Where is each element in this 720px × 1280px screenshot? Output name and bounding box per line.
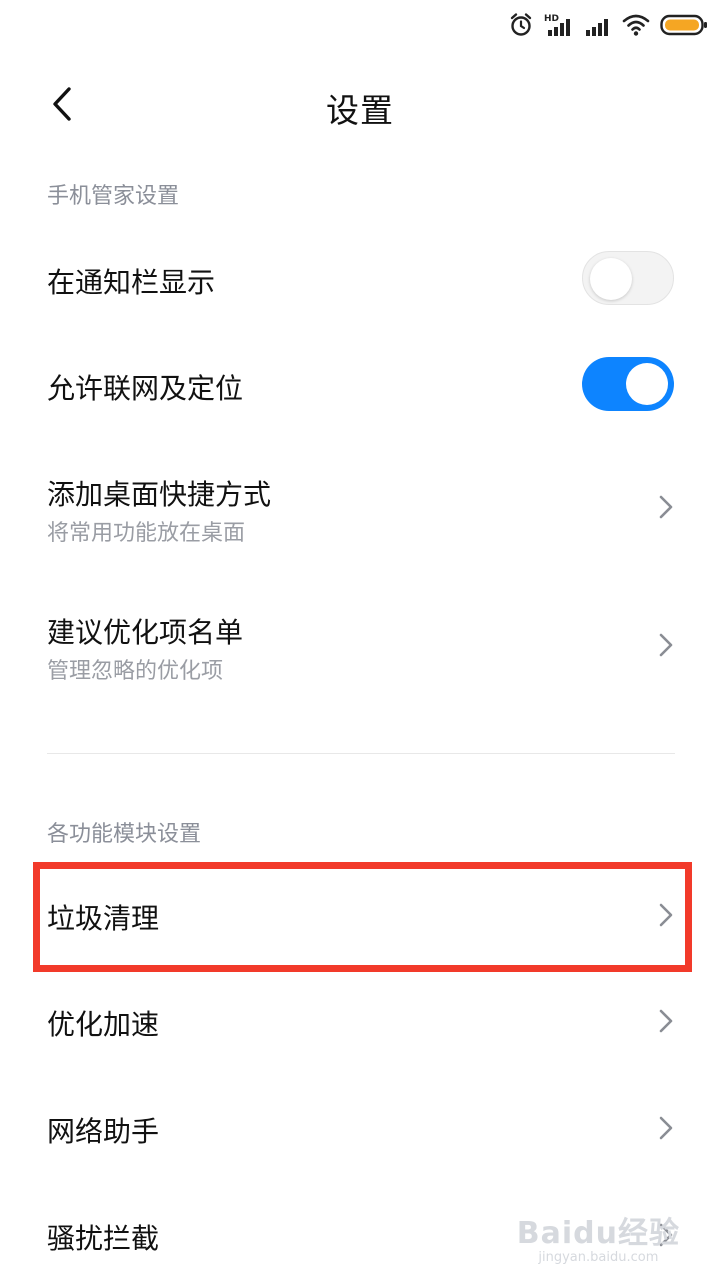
setting-desktop-shortcut[interactable]: 添加桌面快捷方式 将常用功能放在桌面	[0, 437, 720, 575]
setting-desktop-shortcut-label: 添加桌面快捷方式	[47, 478, 272, 511]
section-divider	[47, 753, 675, 754]
signal-icon	[584, 12, 612, 38]
chevron-right-icon	[656, 1114, 676, 1142]
setting-network-location[interactable]: 允许联网及定位	[0, 331, 720, 437]
battery-icon	[660, 13, 708, 37]
setting-notify-bar-label: 在通知栏显示	[47, 266, 216, 299]
watermark-sub: jingyan.baidu.com	[538, 1250, 659, 1265]
module-cleanup-label: 垃圾清理	[47, 902, 160, 935]
toggle-knob	[590, 258, 632, 300]
module-harassment-label: 骚扰拦截	[47, 1222, 160, 1255]
chevron-right-icon	[656, 901, 676, 929]
toggle-knob	[626, 363, 668, 405]
wifi-icon	[622, 13, 650, 37]
section-title-manager: 手机管家设置	[47, 184, 180, 209]
setting-optimize-list-subtitle: 管理忽略的优化项	[47, 659, 224, 684]
svg-text:HD: HD	[544, 14, 559, 24]
setting-network-location-label: 允许联网及定位	[47, 372, 244, 405]
setting-optimize-list[interactable]: 建议优化项名单 管理忽略的优化项	[0, 575, 720, 713]
header: 设置	[0, 70, 720, 142]
module-cleanup[interactable]: 垃圾清理	[0, 863, 720, 969]
page-title: 设置	[326, 91, 394, 130]
setting-notify-bar[interactable]: 在通知栏显示	[0, 225, 720, 331]
status-icons: HD	[508, 10, 708, 40]
setting-optimize-list-label: 建议优化项名单	[47, 616, 244, 649]
chevron-right-icon	[656, 1007, 676, 1035]
module-speedup-label: 优化加速	[47, 1008, 160, 1041]
module-network[interactable]: 网络助手	[0, 1076, 720, 1182]
section-title-modules: 各功能模块设置	[47, 822, 202, 847]
alarm-icon	[508, 12, 534, 38]
network-location-toggle[interactable]	[582, 357, 674, 411]
module-network-label: 网络助手	[47, 1115, 160, 1148]
watermark-main: Baidu经验	[516, 1216, 680, 1251]
hd-signal-icon: HD	[544, 12, 574, 38]
chevron-right-icon	[656, 493, 676, 521]
setting-desktop-shortcut-subtitle: 将常用功能放在桌面	[47, 521, 246, 546]
notify-bar-toggle[interactable]	[582, 251, 674, 305]
status-bar: HD	[0, 0, 720, 50]
module-speedup[interactable]: 优化加速	[0, 969, 720, 1075]
watermark: Baidu经验 jingyan.baidu.com	[517, 1208, 680, 1265]
chevron-right-icon	[656, 631, 676, 659]
